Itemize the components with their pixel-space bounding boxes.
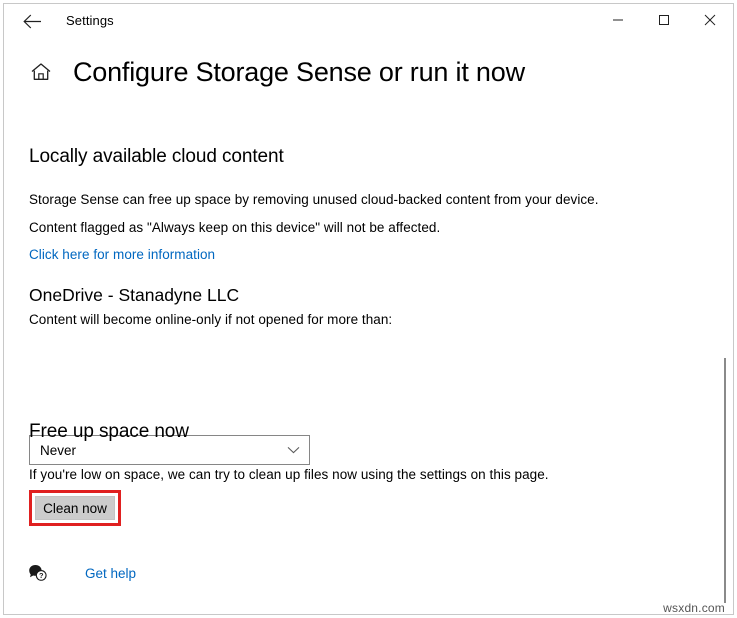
back-button[interactable]	[12, 6, 52, 37]
vertical-scrollbar[interactable]	[719, 40, 733, 615]
page-title: Configure Storage Sense or run it now	[73, 57, 525, 88]
chevron-down-icon	[287, 446, 300, 454]
more-information-link[interactable]: Click here for more information	[29, 247, 215, 262]
svg-text:?: ?	[39, 571, 44, 580]
clean-now-button[interactable]: Clean now	[35, 496, 115, 520]
home-icon[interactable]	[24, 62, 58, 82]
page-header: Configure Storage Sense or run it now	[4, 49, 525, 95]
title-bar: Settings	[4, 4, 733, 39]
section-heading-cloud-content: Locally available cloud content	[29, 146, 284, 168]
close-button[interactable]	[687, 4, 733, 36]
dropdown-selected-value: Never	[40, 443, 76, 458]
back-arrow-icon	[23, 14, 42, 29]
onedrive-account-name: OneDrive - Stanadyne LLC	[29, 285, 239, 306]
onedrive-account-description: Content will become online-only if not o…	[29, 312, 392, 327]
get-help-label: Get help	[85, 566, 136, 581]
window-controls	[595, 4, 733, 36]
minimize-icon	[612, 14, 624, 26]
maximize-button[interactable]	[641, 4, 687, 36]
section-heading-free-up-space: Free up space now	[29, 421, 189, 443]
close-icon	[704, 14, 716, 26]
app-title: Settings	[66, 13, 114, 28]
cloud-content-paragraph-1: Storage Sense can free up space by remov…	[29, 192, 599, 207]
watermark: wsxdn.com	[663, 601, 725, 615]
scrollbar-thumb[interactable]	[724, 358, 726, 603]
get-help-link[interactable]: ? Get help	[26, 562, 136, 584]
settings-window-screenshot: Settings	[0, 0, 737, 618]
maximize-icon	[658, 14, 670, 26]
free-up-space-paragraph: If you're low on space, we can try to cl…	[29, 467, 549, 482]
settings-window: Settings	[3, 3, 734, 615]
help-bubble-icon: ?	[26, 562, 50, 584]
cloud-content-paragraph-2: Content flagged as "Always keep on this …	[29, 220, 440, 235]
minimize-button[interactable]	[595, 4, 641, 36]
